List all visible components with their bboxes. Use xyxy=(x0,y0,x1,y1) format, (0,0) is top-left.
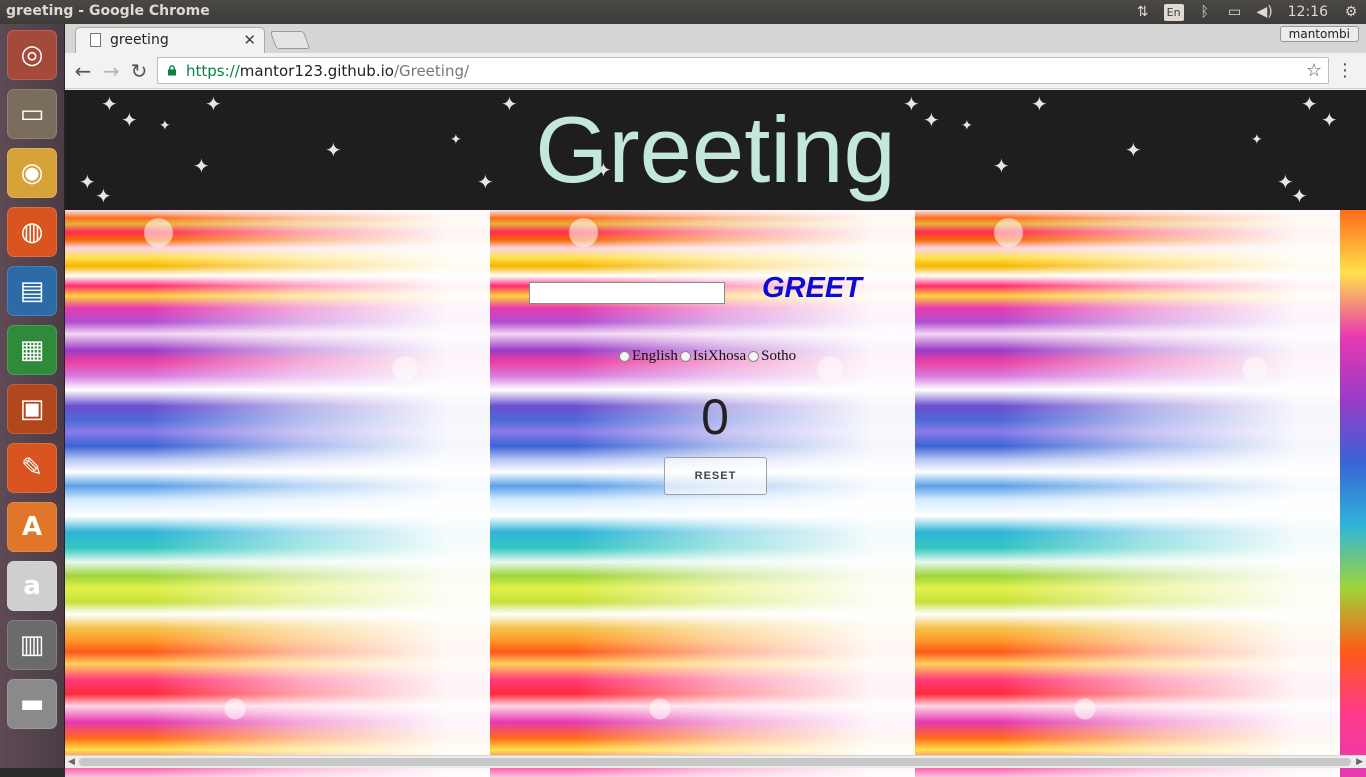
back-arrow-icon[interactable]: ← xyxy=(69,57,97,85)
url-text: https://mantor123.github.io/Greeting/ xyxy=(186,62,470,80)
firefox-glyph: ◍ xyxy=(20,217,44,247)
reload-icon[interactable]: ↻ xyxy=(125,57,153,85)
network-icon[interactable]: ⇅ xyxy=(1128,0,1158,24)
launcher-impress-icon[interactable]: ▣ xyxy=(7,384,57,434)
power-gear-icon[interactable]: ⚙ xyxy=(1336,0,1366,24)
language-radio-group: English IsiXhosa Sotho xyxy=(619,348,798,365)
radio-sotho[interactable] xyxy=(748,351,760,362)
horizontal-scrollbar[interactable]: ◀ ▶ xyxy=(65,755,1366,768)
amazon-glyph: a xyxy=(23,571,41,601)
scrollbar-thumb[interactable] xyxy=(79,758,1351,766)
battery-icon[interactable]: ▭ xyxy=(1220,0,1250,24)
forward-arrow-icon[interactable]: → xyxy=(97,57,125,85)
inkscape-glyph: ✎ xyxy=(21,453,43,483)
greet-button[interactable]: GREET xyxy=(762,272,862,305)
launcher-ubuntu-dash-icon[interactable]: ◎ xyxy=(7,30,57,80)
new-tab-button[interactable] xyxy=(269,31,311,49)
profile-button[interactable]: mantombi xyxy=(1279,26,1359,42)
launcher-workspace-switcher-icon[interactable]: ▥ xyxy=(7,620,57,670)
launcher-files-icon[interactable]: ▭ xyxy=(7,89,57,139)
page-title: Greeting xyxy=(535,97,896,202)
system-tray: ⇅ En ᛒ ▭ ◀) 12:16 ⚙ xyxy=(1128,0,1366,24)
launcher: ◎ ▭ ◉ ◍ ▤ ▦ ▣ ✎ Aa ▥ ▬ xyxy=(0,24,65,768)
bookmark-star-icon[interactable]: ☆ xyxy=(1306,60,1322,81)
close-icon[interactable]: ✕ xyxy=(243,31,256,49)
page-header: ✦ ✦ ✦ ✦ ✦ ✦ ✦ ✦ ✦ ✦ ✦ ✦ ✦ ✦ ✦ ✦ ✦ ✦ ✦ ✦ … xyxy=(65,90,1366,210)
volume-icon[interactable]: ◀) xyxy=(1250,0,1280,24)
launcher-writer-icon[interactable]: ▤ xyxy=(7,266,57,316)
software-center-glyph: A xyxy=(21,512,43,542)
tab-greeting[interactable]: greeting ✕ xyxy=(75,27,265,53)
scroll-right-icon[interactable]: ▶ xyxy=(1356,756,1363,768)
workspace-switcher-glyph: ▥ xyxy=(19,630,45,660)
rainbow-background-panel xyxy=(65,210,490,777)
menu-dots-icon[interactable]: ⋮ xyxy=(1336,62,1354,80)
launcher-trash-icon[interactable]: ▬ xyxy=(7,679,57,729)
rainbow-background-panel xyxy=(915,210,1340,777)
language-label-english: English xyxy=(632,348,678,364)
launcher-inkscape-icon[interactable]: ✎ xyxy=(7,443,57,493)
language-label-isixhosa: IsiXhosa xyxy=(692,348,747,364)
window-title: greeting - Google Chrome xyxy=(6,3,210,19)
files-glyph: ▭ xyxy=(19,99,45,129)
tab-strip: greeting ✕ mantombi xyxy=(65,24,1366,53)
reset-button[interactable]: RESET xyxy=(664,457,767,495)
system-top-panel: greeting - Google Chrome ⇅ En ᛒ ▭ ◀) 12:… xyxy=(0,0,1366,24)
bluetooth-icon[interactable]: ᛒ xyxy=(1190,0,1220,24)
language-label-sotho: Sotho xyxy=(761,348,797,364)
browser-window: greeting ✕ mantombi ← → ↻ https://mantor… xyxy=(65,24,1366,777)
radio-isixhosa[interactable] xyxy=(679,351,691,362)
address-bar[interactable]: https://mantor123.github.io/Greeting/ ☆ xyxy=(157,57,1329,84)
impress-glyph: ▣ xyxy=(19,394,45,424)
radio-english[interactable] xyxy=(619,351,630,362)
chrome-glyph: ◉ xyxy=(20,158,44,188)
keyboard-layout-indicator[interactable]: En xyxy=(1163,3,1184,21)
writer-glyph: ▤ xyxy=(19,276,45,306)
greet-counter: 0 xyxy=(701,389,729,445)
lock-icon xyxy=(168,65,176,76)
tab-title: greeting xyxy=(110,32,169,48)
ubuntu-dash-glyph: ◎ xyxy=(20,40,44,70)
launcher-software-center-icon[interactable]: A xyxy=(7,502,57,552)
scroll-left-icon[interactable]: ◀ xyxy=(68,756,75,768)
launcher-firefox-icon[interactable]: ◍ xyxy=(7,207,57,257)
trash-glyph: ▬ xyxy=(19,689,45,719)
page-viewport: ✦ ✦ ✦ ✦ ✦ ✦ ✦ ✦ ✦ ✦ ✦ ✦ ✦ ✦ ✦ ✦ ✦ ✦ ✦ ✦ … xyxy=(65,90,1366,777)
rainbow-background-panel xyxy=(1340,210,1366,777)
launcher-amazon-icon[interactable]: a xyxy=(7,561,57,611)
name-input[interactable] xyxy=(529,282,725,304)
greeting-content: GREET English IsiXhosa Sotho 0 RESET xyxy=(65,210,1366,777)
browser-toolbar: ← → ↻ https://mantor123.github.io/Greeti… xyxy=(65,53,1366,89)
calc-glyph: ▦ xyxy=(19,335,45,365)
page-icon xyxy=(90,33,101,47)
launcher-chrome-icon[interactable]: ◉ xyxy=(7,148,57,198)
launcher-calc-icon[interactable]: ▦ xyxy=(7,325,57,375)
clock[interactable]: 12:16 xyxy=(1280,4,1336,20)
